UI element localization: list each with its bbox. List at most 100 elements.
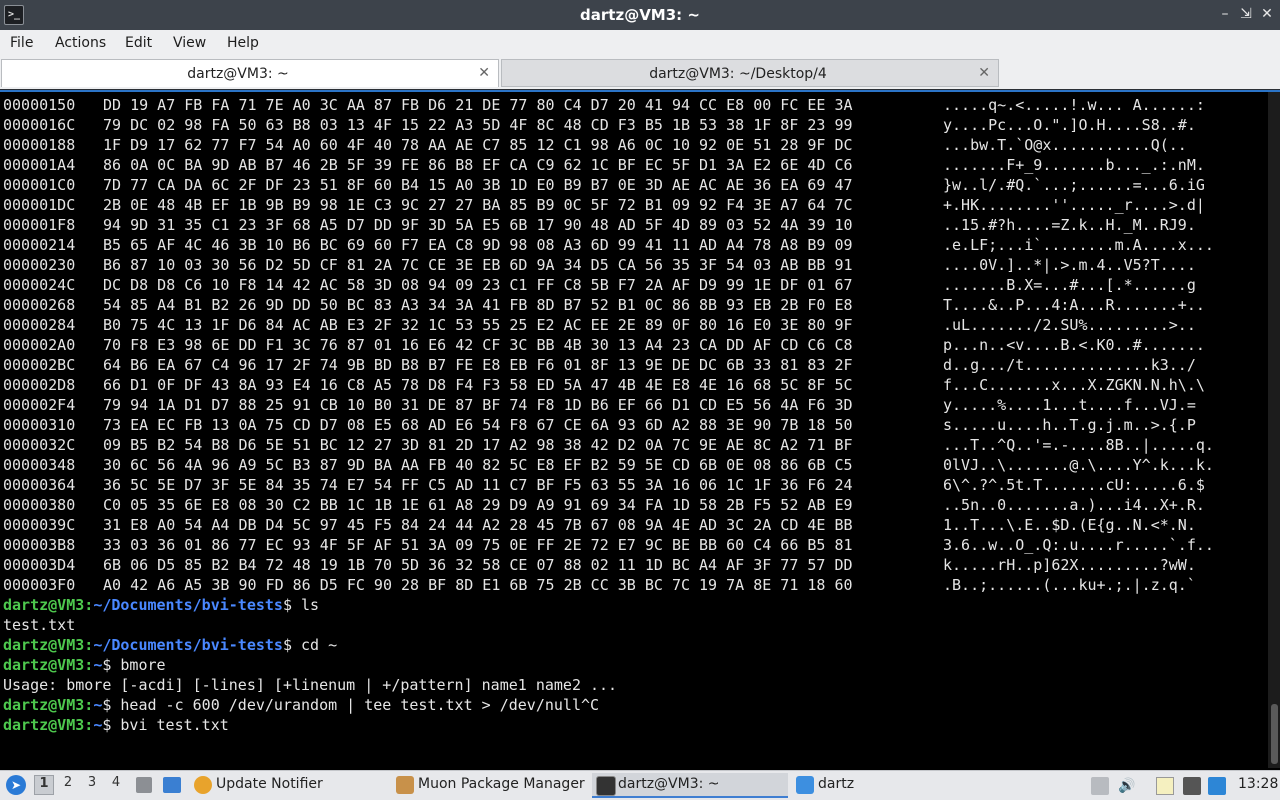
task-update-notifier[interactable]: Update Notifier: [190, 773, 386, 798]
shell-command: head -c 600 /dev/urandom | tee test.txt …: [120, 696, 600, 714]
hex-address: 00000310: [3, 416, 76, 434]
shell-command: bmore: [120, 656, 166, 674]
shell-output-line: Usage: bmore [-acdi] [-lines] [+linenum …: [3, 676, 618, 694]
hexdump-line: 00000188 1F D9 17 62 77 F7 54 A0 60 4F 40…: [3, 135, 1265, 155]
hex-ascii: }w..l/.#Q.`...;......=...6.iG: [943, 176, 1205, 194]
hex-address: 000003D4: [3, 556, 76, 574]
start-menu-icon[interactable]: ➤: [6, 775, 26, 795]
hexdump-line: 000002BC 64 B6 EA 67 C4 96 17 2F 74 9B BD…: [3, 355, 1265, 375]
hexdump-line: 000002F4 79 94 1A D1 D7 88 25 91 CB 10 B0…: [3, 395, 1265, 415]
hexdump-line: 000001DC 2B 0E 48 4B EF 1B 9B B9 98 1E C3…: [3, 195, 1265, 215]
task-muon-package-manager[interactable]: Muon Package Manager: [392, 773, 588, 798]
hex-address: 000002D8: [3, 376, 76, 394]
task-file-manager[interactable]: dartz: [792, 773, 988, 798]
hexdump-line: 0000024C DC D8 D8 C6 10 F8 14 42 AC 58 3D…: [3, 275, 1265, 295]
tab-desktop-4[interactable]: dartz@VM3: ~/Desktop/4 ✕: [501, 59, 999, 87]
menu-help[interactable]: Help: [227, 35, 259, 51]
hex-ascii: d..g.../t..............k3../: [943, 356, 1196, 374]
hex-bytes: B0 75 4C 13 1F D6 84 AC AB E3 2F 32 1C 5…: [103, 316, 853, 334]
scrollbar-thumb[interactable]: [1271, 704, 1278, 764]
hex-address: 00000150: [3, 96, 76, 114]
hex-bytes: 94 9D 31 35 C1 23 3F 68 A5 D7 DD 9F 3D 5…: [103, 216, 853, 234]
hex-bytes: 09 B5 B2 54 B8 D6 5E 51 BC 12 27 3D 81 2…: [103, 436, 853, 454]
clipboard-icon[interactable]: [1156, 777, 1174, 795]
hex-bytes: 36 5C 5E D7 3F 5E 84 35 74 E7 54 FF C5 A…: [103, 476, 853, 494]
workspace-2[interactable]: 2: [58, 775, 78, 795]
shell-prompt-line: dartz@VM3:~$ bvi test.txt: [3, 715, 1265, 735]
panel-icon[interactable]: [1091, 777, 1109, 795]
tab-home[interactable]: dartz@VM3: ~ ✕: [1, 59, 499, 87]
hex-address: 0000016C: [3, 116, 76, 134]
hexdump-line: 00000310 73 EA EC FB 13 0A 75 CD D7 08 E5…: [3, 415, 1265, 435]
hex-ascii: T....&..P...4:A...R.......+..: [943, 296, 1205, 314]
hex-bytes: 6B 06 D5 85 B2 B4 72 48 19 1B 70 5D 36 3…: [103, 556, 853, 574]
hexdump-line: 000003F0 A0 42 A6 A5 3B 90 FD 86 D5 FC 90…: [3, 575, 1265, 595]
hex-bytes: 30 6C 56 4A 96 A9 5C B3 87 9D BA AA FB 4…: [103, 456, 853, 474]
menu-file[interactable]: File: [10, 35, 33, 51]
hex-bytes: C0 05 35 6E E8 08 30 C2 BB 1C 1B 1E 61 A…: [103, 496, 853, 514]
network-icon[interactable]: [1183, 777, 1201, 795]
hex-ascii: 1..T...\.E..$D.(E{g..N.<*.N.: [943, 516, 1196, 534]
hex-bytes: B5 65 AF 4C 46 3B 10 B6 BC 69 60 F7 EA C…: [103, 236, 853, 254]
hexdump-line: 00000364 36 5C 5E D7 3F 5E 84 35 74 E7 54…: [3, 475, 1265, 495]
hex-address: 00000364: [3, 476, 76, 494]
menu-edit[interactable]: Edit: [125, 35, 152, 51]
window-title: dartz@VM3: ~: [580, 6, 700, 24]
volume-icon[interactable]: 🔊: [1118, 777, 1136, 795]
prompt-symbol: $: [282, 596, 302, 614]
hex-bytes: A0 42 A6 A5 3B 90 FD 86 D5 FC 90 28 BF 8…: [103, 576, 853, 594]
hexdump-line: 00000268 54 85 A4 B1 B2 26 9D DD 50 BC 83…: [3, 295, 1265, 315]
hex-ascii: +.HK........''....._r....>.d|: [943, 196, 1205, 214]
terminal-scrollbar[interactable]: [1268, 92, 1280, 768]
hex-ascii: .....q~.<.....!.w... A......:: [943, 96, 1205, 114]
workspace-3[interactable]: 3: [82, 775, 102, 795]
hex-address: 000003F0: [3, 576, 76, 594]
workspace-1[interactable]: 1: [34, 775, 54, 795]
hex-bytes: 79 DC 02 98 FA 50 63 B8 03 13 4F 15 22 A…: [103, 116, 853, 134]
hex-address: 0000039C: [3, 516, 76, 534]
hex-ascii: f...C.......x...X.ZGKN.N.h\.\: [943, 376, 1205, 394]
shell-prompt-line: dartz@VM3:~$ head -c 600 /dev/urandom | …: [3, 695, 1265, 715]
hex-bytes: 73 EA EC FB 13 0A 75 CD D7 08 E5 68 AD E…: [103, 416, 853, 434]
show-desktop-icon[interactable]: [163, 777, 181, 793]
close-icon[interactable]: ✕: [1259, 6, 1275, 22]
terminal-view[interactable]: 00000150 DD 19 A7 FB FA 71 7E A0 3C AA 87…: [0, 90, 1280, 770]
prompt-user: dartz@VM3: [3, 696, 85, 714]
hex-ascii: .uL......./2.SU%.........>..: [943, 316, 1196, 334]
shell-command: ls: [301, 596, 320, 614]
hex-bytes: 54 85 A4 B1 B2 26 9D DD 50 BC 83 A3 34 3…: [103, 296, 853, 314]
hex-bytes: 66 D1 0F DF 43 8A 93 E4 16 C8 A5 78 D8 F…: [103, 376, 853, 394]
clock: 13:28: [1238, 776, 1279, 792]
hex-ascii: ....0V.]..*|.>.m.4..V5?T....: [943, 256, 1196, 274]
notification-icon[interactable]: [1208, 777, 1226, 795]
shell-prompt-line: dartz@VM3:~/Documents/bvi-tests$ ls: [3, 595, 1265, 615]
hex-ascii: p...n..<v....B.<.K0..#.......: [943, 336, 1205, 354]
tab-label: dartz@VM3: ~: [187, 66, 289, 82]
hex-address: 000001DC: [3, 196, 76, 214]
hex-bytes: 79 94 1A D1 D7 88 25 91 CB 10 B0 31 DE 8…: [103, 396, 853, 414]
terminal-icon: [596, 776, 616, 796]
hex-ascii: y.....%....1...t....f...VJ.=: [943, 396, 1196, 414]
menu-view[interactable]: View: [173, 35, 206, 51]
shell-command: bvi test.txt: [120, 716, 229, 734]
menu-actions[interactable]: Actions: [55, 35, 106, 51]
minimize-icon[interactable]: –: [1217, 6, 1233, 22]
hexdump-line: 000001F8 94 9D 31 35 C1 23 3F 68 A5 D7 DD…: [3, 215, 1265, 235]
shell-prompt-line: dartz@VM3:~/Documents/bvi-tests$ cd ~: [3, 635, 1265, 655]
hex-ascii: s.....u....h..T.g.j.m..>.{.P: [943, 416, 1196, 434]
window-titlebar[interactable]: >_ dartz@VM3: ~ – ⇲ ✕: [0, 0, 1280, 30]
close-icon[interactable]: ✕: [978, 65, 990, 81]
hex-ascii: 0lVJ..\.......@.\....Y^.k...k.: [943, 456, 1214, 474]
hex-bytes: 7D 77 CA DA 6C 2F DF 23 51 8F 60 B4 15 A…: [103, 176, 853, 194]
workspace-4[interactable]: 4: [106, 775, 126, 795]
shell-output-line: test.txt: [3, 616, 76, 634]
trash-icon[interactable]: [136, 777, 152, 793]
close-icon[interactable]: ✕: [478, 65, 490, 81]
prompt-symbol: $: [102, 716, 121, 734]
hex-address: 00000230: [3, 256, 76, 274]
hex-address: 0000032C: [3, 436, 76, 454]
hex-bytes: DC D8 D8 C6 10 F8 14 42 AC 58 3D 08 94 0…: [103, 276, 853, 294]
maximize-icon[interactable]: ⇲: [1238, 6, 1254, 22]
task-terminal[interactable]: dartz@VM3: ~: [592, 773, 788, 798]
prompt-separator: :: [84, 636, 94, 654]
